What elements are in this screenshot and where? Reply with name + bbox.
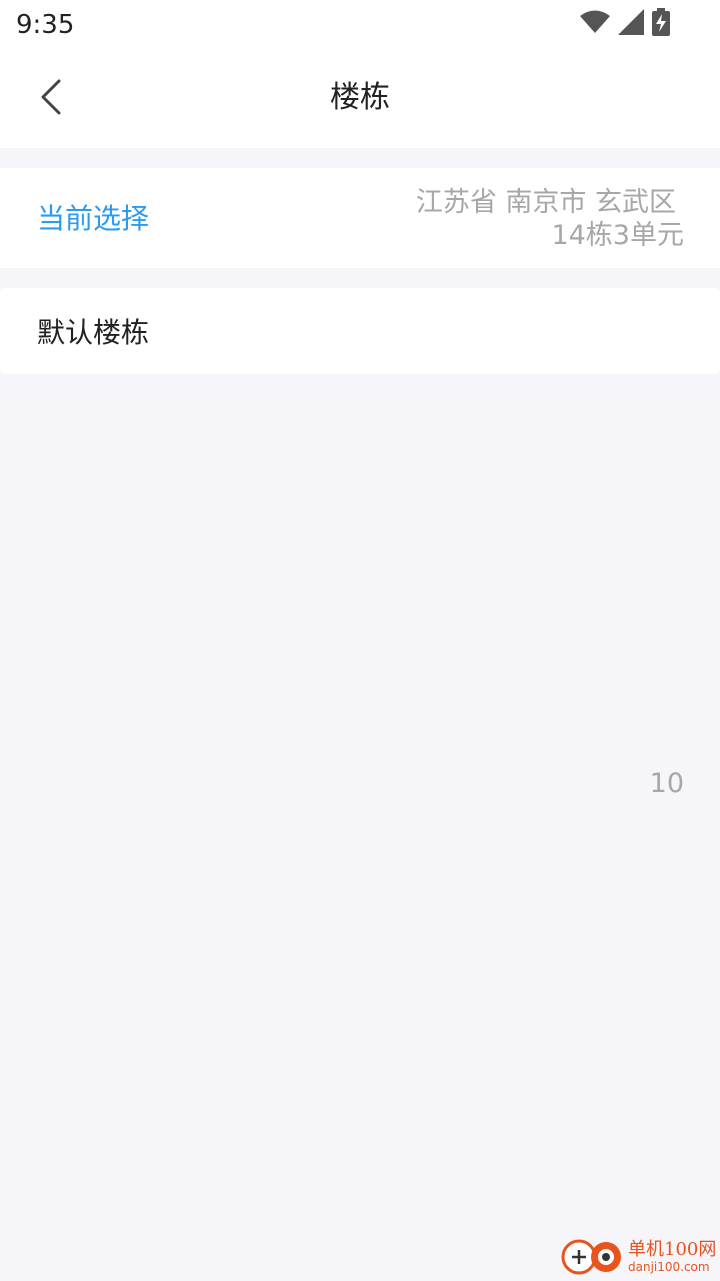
watermark: 单机100网 danji100.com [560,1234,720,1280]
current-selection-label: 当前选择 [37,200,149,238]
building-list: 默认楼栋 [0,288,720,374]
battery-charging-icon [652,8,670,40]
watermark-url: danji100.com [628,1261,716,1273]
current-selection-unit: 14栋3单元 [416,219,684,252]
watermark-brand: 单机100网 [628,1241,716,1259]
status-bar: 9:35 [0,0,720,50]
status-icons [580,9,670,39]
watermark-text: 单机100网 danji100.com [628,1241,716,1273]
current-selection-card: 当前选择 江苏省 南京市 玄武区 14栋3单元 [0,168,720,268]
cell-signal-icon [618,9,644,39]
status-time: 9:35 [16,8,74,42]
list-item-default-building[interactable]: 默认楼栋 [0,288,720,374]
app-bar: 楼栋 [0,50,720,148]
list-item-label: 默认楼栋 [37,311,149,351]
page-title: 楼栋 [0,76,720,120]
wifi-icon [580,10,610,38]
watermark-logo-icon [560,1233,624,1281]
current-selection-location: 江苏省 南京市 玄武区 [416,186,676,219]
index-label[interactable]: 10 [650,766,684,802]
current-selection-value: 江苏省 南京市 玄武区 14栋3单元 [416,186,684,252]
